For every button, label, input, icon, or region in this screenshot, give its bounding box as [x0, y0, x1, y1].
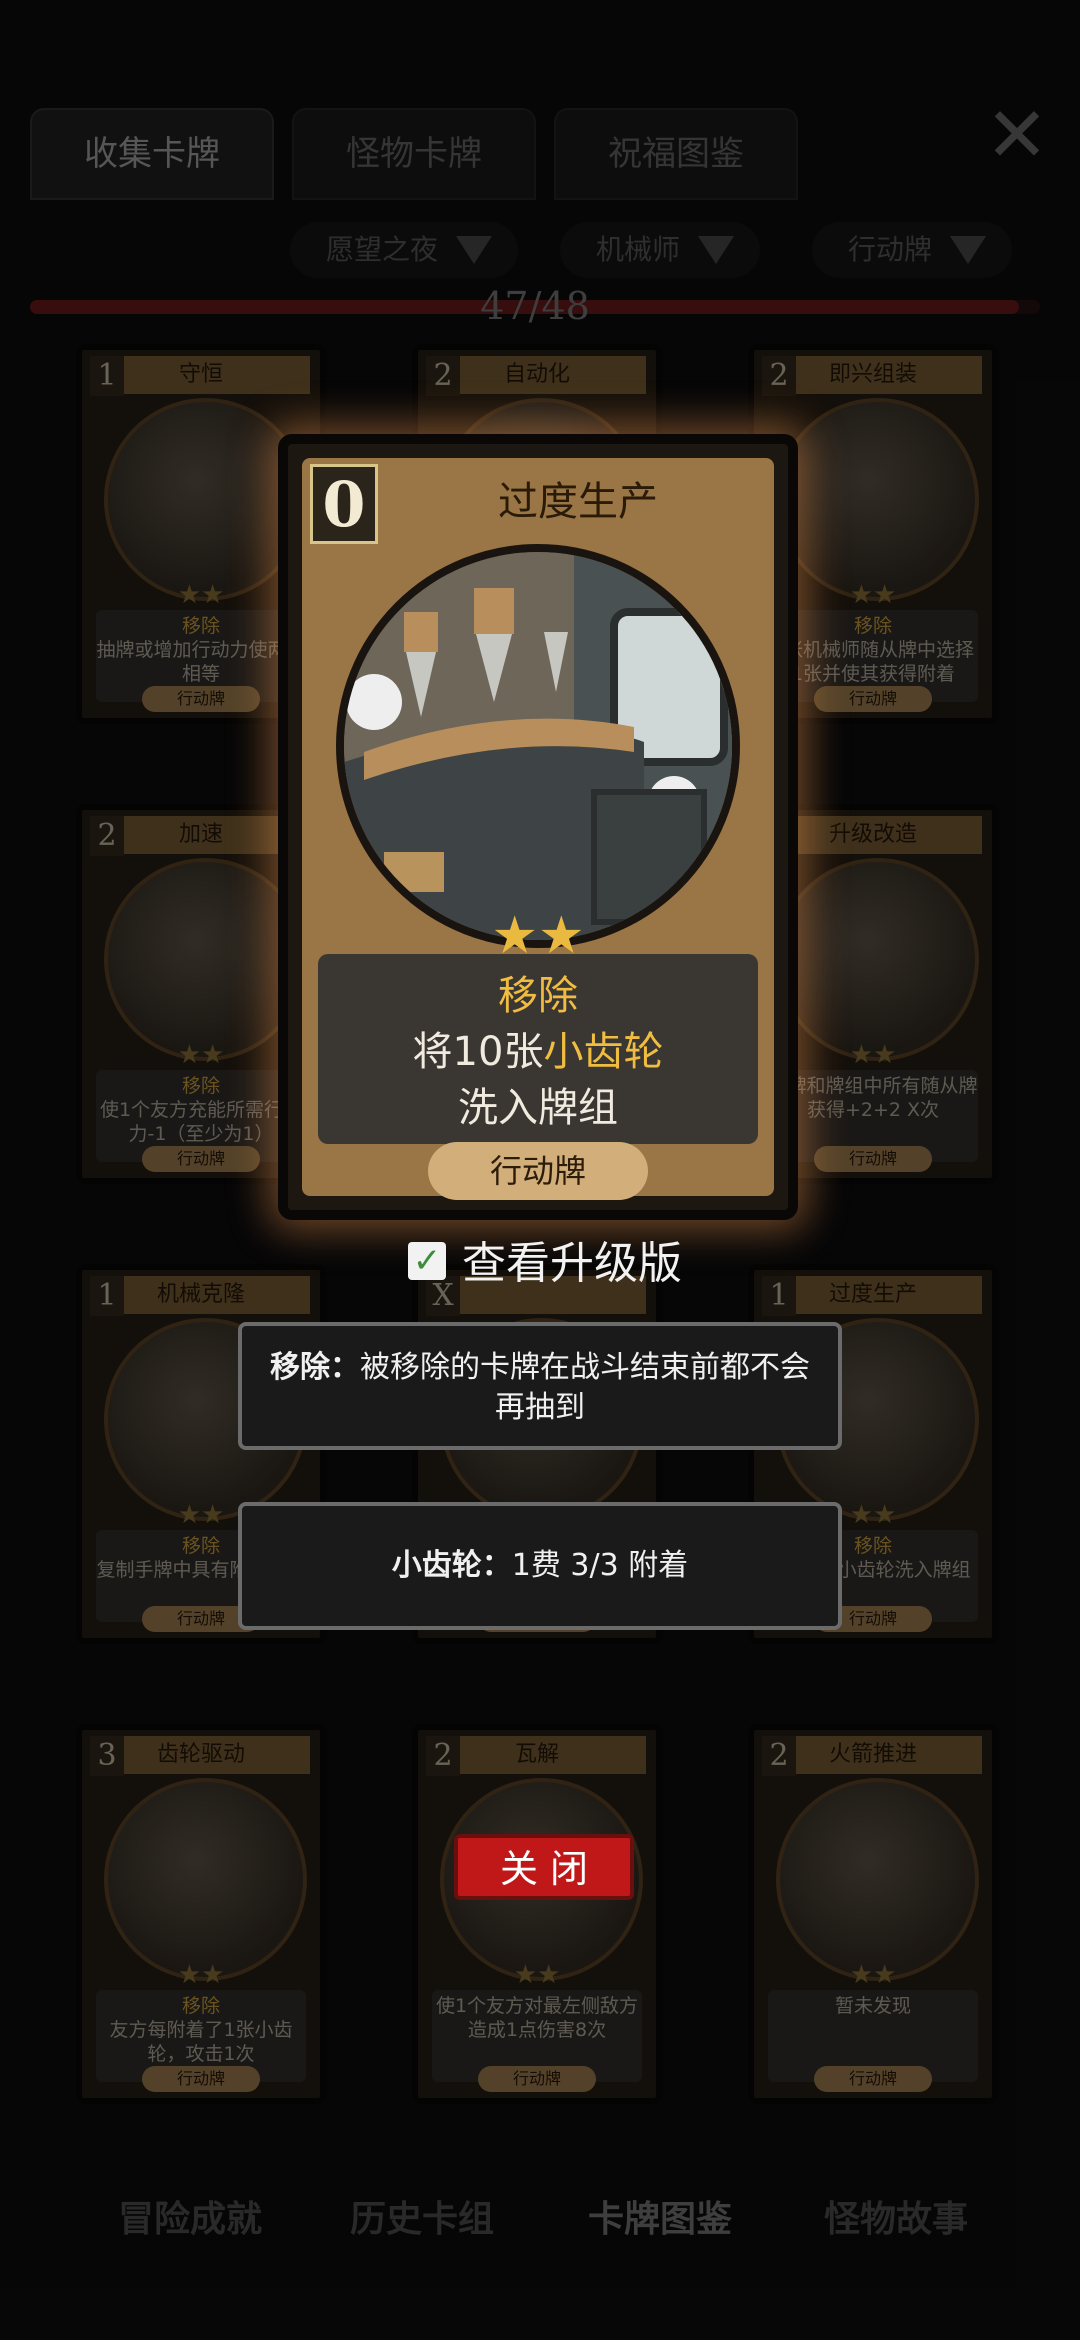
card-description: 移除 将10张小齿轮 洗入牌组: [318, 954, 758, 1144]
keyword-cog: 小齿轮: [543, 1029, 664, 1075]
description-line-2: 洗入牌组: [458, 1085, 618, 1131]
keyword-remove: 移除: [498, 973, 578, 1019]
press-machine-illustration: [344, 552, 732, 940]
description-line-1: 将10张小齿轮: [318, 1024, 758, 1080]
tooltip-remove: 移除：被移除的卡牌在战斗结束前都不会再抽到: [238, 1322, 842, 1450]
tooltip-text: 1费 3/3 附着: [511, 1548, 689, 1583]
close-button[interactable]: 关 闭: [454, 1834, 634, 1900]
checkbox-checked-icon[interactable]: ✓: [408, 1242, 446, 1280]
cost-value: 0: [322, 468, 366, 541]
tooltip-cog: 小齿轮：1费 3/3 附着: [238, 1502, 842, 1630]
tooltip-term: 小齿轮：: [391, 1548, 512, 1583]
card-detail-overlay: 0 过度生产 ★★ 移除 将10张小齿轮 洗入牌组 行动牌 ✓ 查看升级版 移除…: [0, 0, 1080, 2340]
card-detail: 0 过度生产 ★★ 移除 将10张小齿轮 洗入牌组 行动牌: [278, 434, 798, 1220]
tooltip-text: 被移除的卡牌在战斗结束前都不会再抽到: [360, 1350, 810, 1425]
description-text: 将10张: [412, 1029, 544, 1075]
card-type: 行动牌: [428, 1142, 648, 1200]
card-art: [336, 544, 740, 948]
cost-badge: 0: [310, 464, 378, 544]
card-title: 过度生产: [498, 479, 658, 525]
tooltip-term: 移除：: [270, 1350, 360, 1385]
upgrade-label: 查看升级版: [462, 1238, 682, 1289]
